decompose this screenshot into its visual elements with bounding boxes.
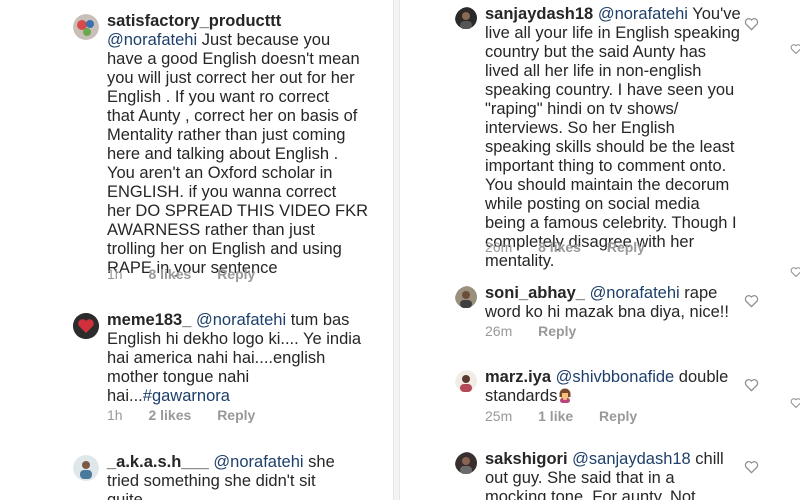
comment-line: double [674, 368, 729, 386]
panel-divider [393, 0, 400, 500]
avatar[interactable] [455, 452, 481, 478]
hashtag-link[interactable]: #gawarnora [143, 387, 230, 405]
comment-username[interactable]: soni_abhay_ [485, 284, 585, 302]
heart-outline-icon[interactable] [790, 266, 800, 278]
comment-line: her DO SPREAD THIS VIDEO FKR [107, 202, 369, 220]
comment-line: hai... [107, 387, 143, 405]
comment-text: meme183_ @norafatehi tum bas English hi … [107, 311, 387, 406]
comment-line: quite [107, 491, 143, 500]
heart-outline-icon[interactable] [744, 460, 759, 474]
comment-line: speaking skills should be the least [485, 138, 735, 156]
comment-mention[interactable]: @norafatehi [598, 5, 688, 23]
avatar[interactable] [73, 455, 99, 481]
comment-line: while posting on social media [485, 195, 700, 213]
comment-likes[interactable]: 1 like [538, 408, 573, 424]
comment-line: hai america nahi hai....english [107, 349, 326, 367]
comment-time: 1h [107, 407, 123, 423]
reply-button[interactable]: Reply [538, 323, 576, 339]
comment-username[interactable]: _a.k.a.s.h___ [107, 453, 209, 471]
comment-mention[interactable]: @norafatehi [590, 284, 680, 302]
comment-likes[interactable]: 2 likes [148, 407, 191, 423]
comment-mention[interactable]: @norafatehi [107, 31, 197, 49]
comment-text: soni_abhay_ @norafatehi rape word ko hi … [485, 284, 775, 322]
heart-outline-icon[interactable] [744, 17, 759, 31]
comment-line: have a good English doesn't mean [107, 50, 360, 68]
comment-line: Mentality rather than just coming [107, 126, 346, 144]
comment-meta: 25m 1 like Reply [485, 408, 659, 424]
comment-line: You aren't an Oxford scholar in [107, 164, 333, 182]
comment-line: AWARNESS rather than just [107, 221, 315, 239]
comment-username[interactable]: meme183_ [107, 311, 191, 329]
comment-username[interactable]: satisfactory_producttt [107, 12, 281, 30]
comment-time: 1h [107, 266, 123, 282]
comment-line: "raping" hindi on tv shows/ [485, 100, 679, 118]
comment-line: lived all her life in non-english [485, 62, 702, 80]
comment-line: here and talking about English . [107, 145, 339, 163]
right-screenshot-panel: sanjaydash18 @norafatehi You've live all… [400, 0, 800, 500]
comment-line: chill [690, 450, 724, 468]
comment-mention[interactable]: @norafatehi [213, 453, 303, 471]
comment-line: You should maintain the decorum [485, 176, 730, 194]
comment-line: speaking country. I have seen you [485, 81, 735, 99]
comment-username[interactable]: marz.iya [485, 368, 551, 386]
comment-line: Just because you [197, 31, 331, 49]
comment-meta: 1h 2 likes Reply [107, 407, 277, 423]
avatar[interactable] [455, 7, 481, 33]
left-screenshot-panel: satisfactory_producttt @norafatehi Just … [0, 0, 393, 500]
comment-line: live all your life in English speaking [485, 24, 740, 42]
comment-mention[interactable]: @shivbbonafide [556, 368, 675, 386]
comment-username[interactable]: sanjaydash18 [485, 5, 593, 23]
comment-line: rape [679, 284, 718, 302]
comment-likes[interactable]: 8 likes [538, 239, 581, 255]
comment-line: out guy. She said that in a [485, 469, 675, 487]
comment-username[interactable]: sakshigori [485, 450, 568, 468]
comment-line: You've [687, 5, 741, 23]
heart-outline-icon[interactable] [790, 397, 800, 409]
comment-line: being a famous celebrity. Though I [485, 214, 737, 232]
avatar[interactable] [73, 313, 99, 339]
comment-line: English hi dekho logo ki.... Ye india [107, 330, 362, 348]
comment-line: ENGLISH. if you wanna correct [107, 183, 337, 201]
comment-time: 26m [485, 323, 513, 339]
avatar[interactable] [455, 370, 481, 396]
comment-text: marz.iya @shivbbonafide double standards [485, 368, 775, 406]
comment-text: sanjaydash18 @norafatehi You've live all… [485, 5, 775, 271]
comment-line: tried something she didn't sit [107, 472, 316, 490]
reply-button[interactable]: Reply [607, 239, 645, 255]
comment-line: tum bas [286, 311, 350, 329]
comment-likes[interactable]: 8 likes [148, 266, 191, 282]
comment-time: 26m [485, 239, 513, 255]
comment-meta: 26m 8 likes Reply [485, 239, 667, 255]
comment-meta: 26m Reply [485, 323, 598, 339]
heart-outline-icon[interactable] [744, 294, 759, 308]
reply-button[interactable]: Reply [217, 266, 255, 282]
comment-line: interviews. So her English [485, 119, 675, 137]
reply-button[interactable]: Reply [599, 408, 637, 424]
comment-line: trolling her on English and using [107, 240, 342, 258]
comment-line: important thing to comment onto. [485, 157, 727, 175]
comment-line: you will just correct her out for her [107, 69, 355, 87]
comment-line: mother tongue nahi [107, 368, 250, 386]
comment-text: sakshigori @sanjaydash18 chill out guy. … [485, 450, 775, 500]
woman-facepalming-emoji [559, 388, 571, 403]
comment-line: she [303, 453, 335, 471]
comment-line: country but the said Aunty has [485, 43, 707, 61]
comment-line: word ko hi mazak bna diya, nice!! [485, 303, 729, 321]
comment-line: mocking tone. For aunty. Not [485, 488, 696, 500]
heart-outline-icon[interactable] [744, 378, 759, 392]
comment-line: standards [485, 387, 558, 405]
comment-mention[interactable]: @norafatehi [196, 311, 286, 329]
comment-mention[interactable]: @sanjaydash18 [572, 450, 691, 468]
comment-time: 25m [485, 408, 513, 424]
comment-meta: 1h 8 likes Reply [107, 266, 277, 282]
avatar[interactable] [73, 14, 99, 40]
reply-button[interactable]: Reply [217, 407, 255, 423]
avatar[interactable] [455, 286, 481, 312]
comment-text: _a.k.a.s.h___ @norafatehi she tried some… [107, 453, 387, 500]
comment-text: satisfactory_producttt @norafatehi Just … [107, 12, 387, 278]
comment-line: that Aunty , correct her on basis of [107, 107, 358, 125]
heart-outline-icon[interactable] [790, 43, 800, 55]
comment-line: English . If you want ro correct [107, 88, 329, 106]
